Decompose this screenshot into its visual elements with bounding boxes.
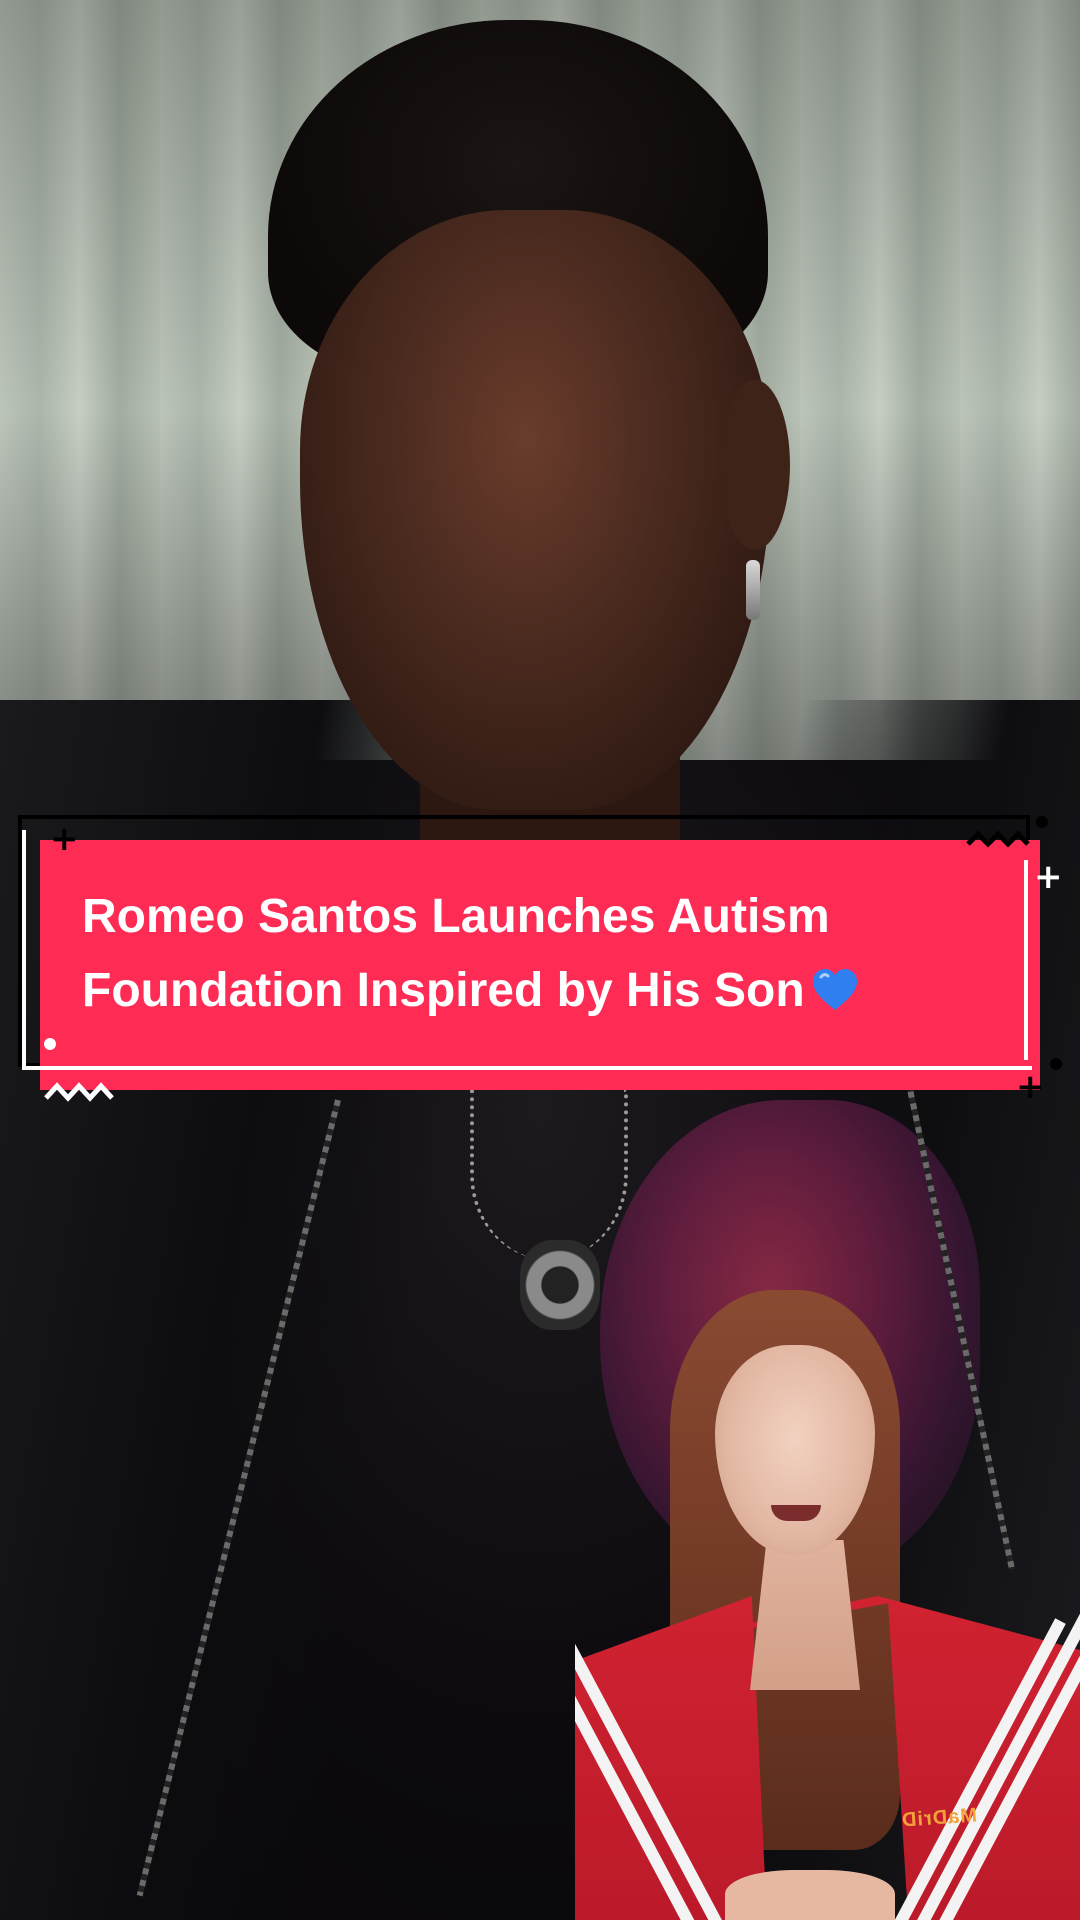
dot-sparkle-icon [1036,816,1048,828]
creator-overlay: MaDriD [575,1280,1080,1920]
dot-sparkle-icon [1050,1058,1062,1070]
title-line-1: Romeo Santos Launches Autism [82,890,830,943]
dot-sparkle-icon [44,1038,56,1050]
title-text: Romeo Santos Launches Autism Foundation … [82,880,1022,1028]
plus-sparkle-icon: + [1016,1067,1045,1107]
title-card-white-frame-right [1024,860,1028,1060]
plus-sparkle-icon: + [50,819,79,859]
zigzag-icon [966,830,1030,848]
creator-neck [750,1540,860,1690]
subject-ear [720,380,790,550]
video-frame[interactable]: MaDriD Romeo Santos Launches Autism Foun… [0,0,1080,1920]
necklace-chain [470,1090,628,1260]
plus-sparkle-icon: + [1034,857,1063,897]
zigzag-icon [44,1082,114,1102]
earring [746,560,760,620]
title-line-2-text: Foundation Inspired by His Son [82,964,805,1017]
title-line-2: Foundation Inspired by His Son [82,954,1022,1028]
creator-hands [725,1870,895,1920]
subject-face [300,210,770,810]
blue-heart-icon [812,969,857,1010]
